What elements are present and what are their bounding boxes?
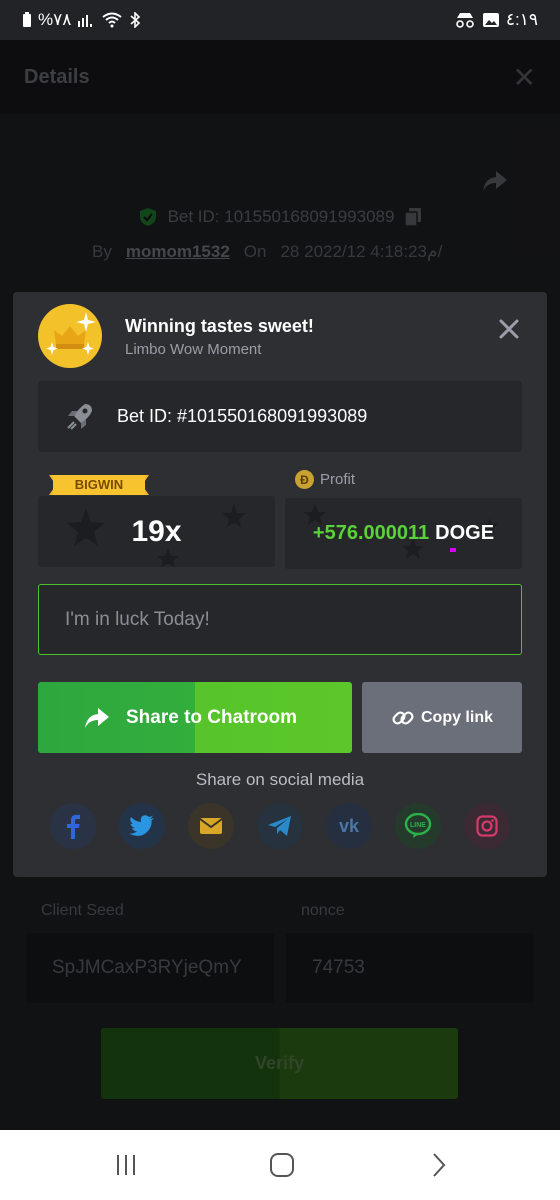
telegram-icon[interactable] <box>257 803 303 849</box>
clock: ٤:١٩ <box>505 10 538 29</box>
svg-text:LINE: LINE <box>410 822 426 829</box>
profit-box: +576.000011 DOGE <box>285 498 522 569</box>
instagram-icon[interactable] <box>464 803 510 849</box>
profit-amount: +576.000011 <box>312 522 430 544</box>
home-icon[interactable] <box>267 1150 297 1180</box>
email-icon[interactable] <box>188 803 234 849</box>
copy-link-button[interactable]: Copy link <box>362 682 522 753</box>
bet-id-label: Bet ID: #101550168091993089 <box>117 406 368 426</box>
link-icon <box>392 710 414 725</box>
multiplier-box: 19x <box>38 496 275 567</box>
status-left: %٧٨ <box>22 10 141 30</box>
android-nav-bar <box>0 1130 560 1200</box>
bigwin-badge: BIGWIN <box>49 472 149 498</box>
back-icon[interactable] <box>424 1150 454 1180</box>
battery-icon <box>23 12 31 27</box>
gallery-icon <box>482 13 499 27</box>
crown-sparkle-icon <box>38 304 102 368</box>
profit-label-row: Ð Profit <box>295 470 355 489</box>
copy-link-label: Copy link <box>420 708 493 726</box>
share-message-input[interactable] <box>38 584 522 655</box>
modal-title: Winning tastes sweet! <box>125 316 314 336</box>
rocket-icon <box>67 403 92 430</box>
social-share-title: Share on social media <box>195 770 365 789</box>
doge-coin-icon: Ð <box>295 470 314 489</box>
wifi-icon <box>102 12 123 28</box>
share-win-modal: Winning tastes sweet! Limbo Wow Moment B… <box>13 292 547 877</box>
share-arrow-icon <box>85 707 109 728</box>
facebook-icon[interactable] <box>50 803 96 849</box>
close-icon[interactable] <box>496 316 522 342</box>
multiplier-value: 19x <box>131 514 182 548</box>
cursor-mark <box>450 548 456 552</box>
bigwin-label: BIGWIN <box>74 477 124 492</box>
battery-level: %٧٨ <box>38 10 72 29</box>
vk-icon[interactable]: vk <box>326 803 372 849</box>
bluetooth-icon <box>130 12 141 28</box>
bet-id-box: Bet ID: #101550168091993089 <box>38 381 522 452</box>
recent-apps-icon[interactable] <box>111 1150 141 1180</box>
share-button-label: Share to Chatroom <box>126 706 298 728</box>
twitter-icon[interactable] <box>119 803 165 849</box>
line-icon[interactable]: LINE <box>395 803 441 849</box>
status-bar: %٧٨ ٤:١٩ <box>0 0 560 40</box>
share-to-chatroom-button[interactable]: Share to Chatroom <box>38 682 352 753</box>
modal-subtitle: Limbo Wow Moment <box>125 341 262 358</box>
status-right: ٤:١٩ <box>454 10 538 30</box>
profit-currency: DOGE <box>435 522 495 544</box>
profit-label: Profit <box>320 471 356 488</box>
incognito-icon <box>456 13 474 28</box>
signal-icon <box>78 15 93 27</box>
